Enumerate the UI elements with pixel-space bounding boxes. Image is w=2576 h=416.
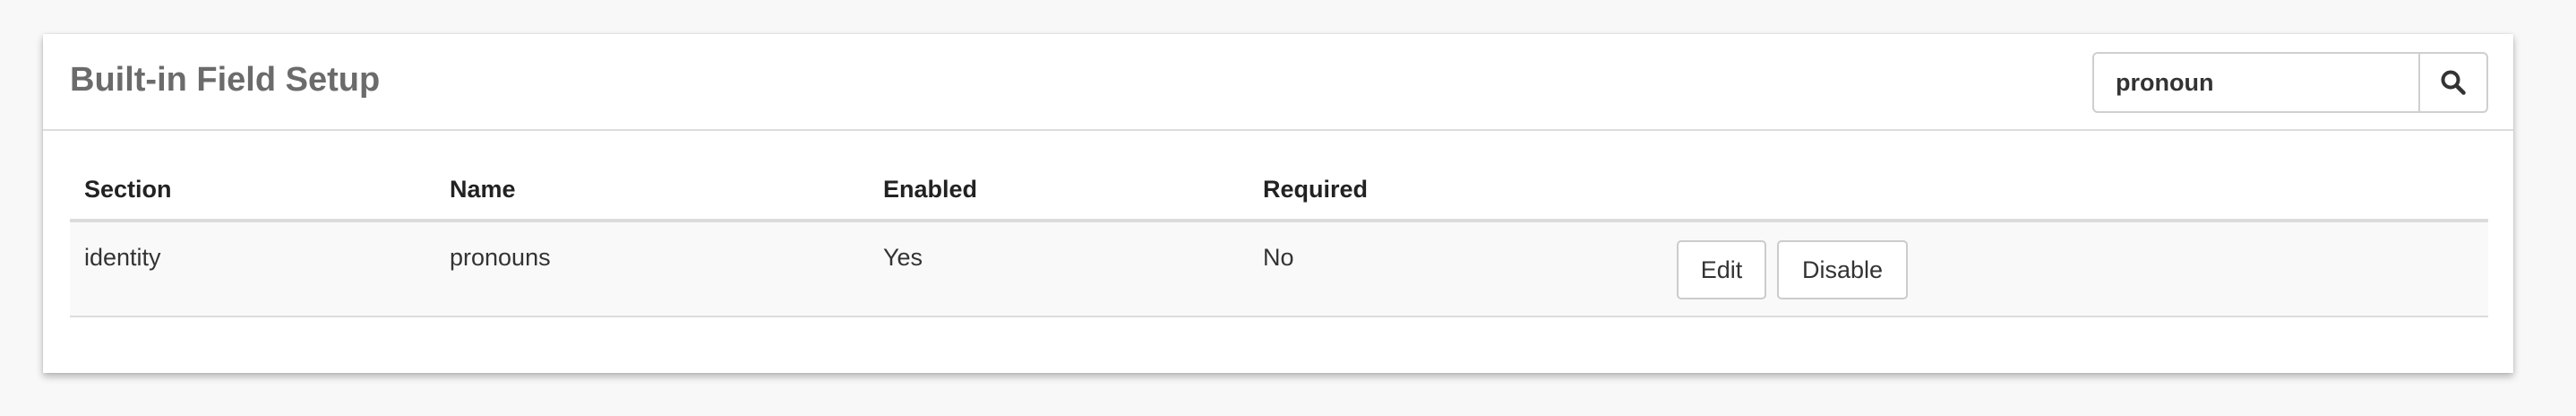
search-group (2092, 52, 2488, 113)
column-header-enabled: Enabled (883, 176, 978, 203)
edit-button[interactable]: Edit (1677, 240, 1766, 299)
panel-header: Built-in Field Setup (43, 34, 2513, 131)
search-button[interactable] (2418, 52, 2488, 113)
cell-section: identity (84, 244, 161, 271)
column-header-name: Name (450, 176, 516, 203)
search-input[interactable] (2092, 52, 2418, 113)
cell-name: pronouns (450, 244, 551, 271)
page-title: Built-in Field Setup (70, 61, 381, 99)
cell-enabled: Yes (883, 244, 923, 271)
column-header-required: Required (1263, 176, 1369, 203)
cell-required: No (1263, 244, 1294, 271)
disable-button[interactable]: Disable (1777, 240, 1908, 299)
table-header: Section Name Enabled Required (70, 131, 2488, 222)
search-icon (2441, 70, 2466, 95)
field-setup-panel: Built-in Field Setup Section Name Enable… (43, 34, 2513, 373)
table-row: identity pronouns Yes No Edit Disable (70, 222, 2488, 317)
column-header-section: Section (84, 176, 172, 203)
fields-table: Section Name Enabled Required identity p… (70, 131, 2488, 317)
